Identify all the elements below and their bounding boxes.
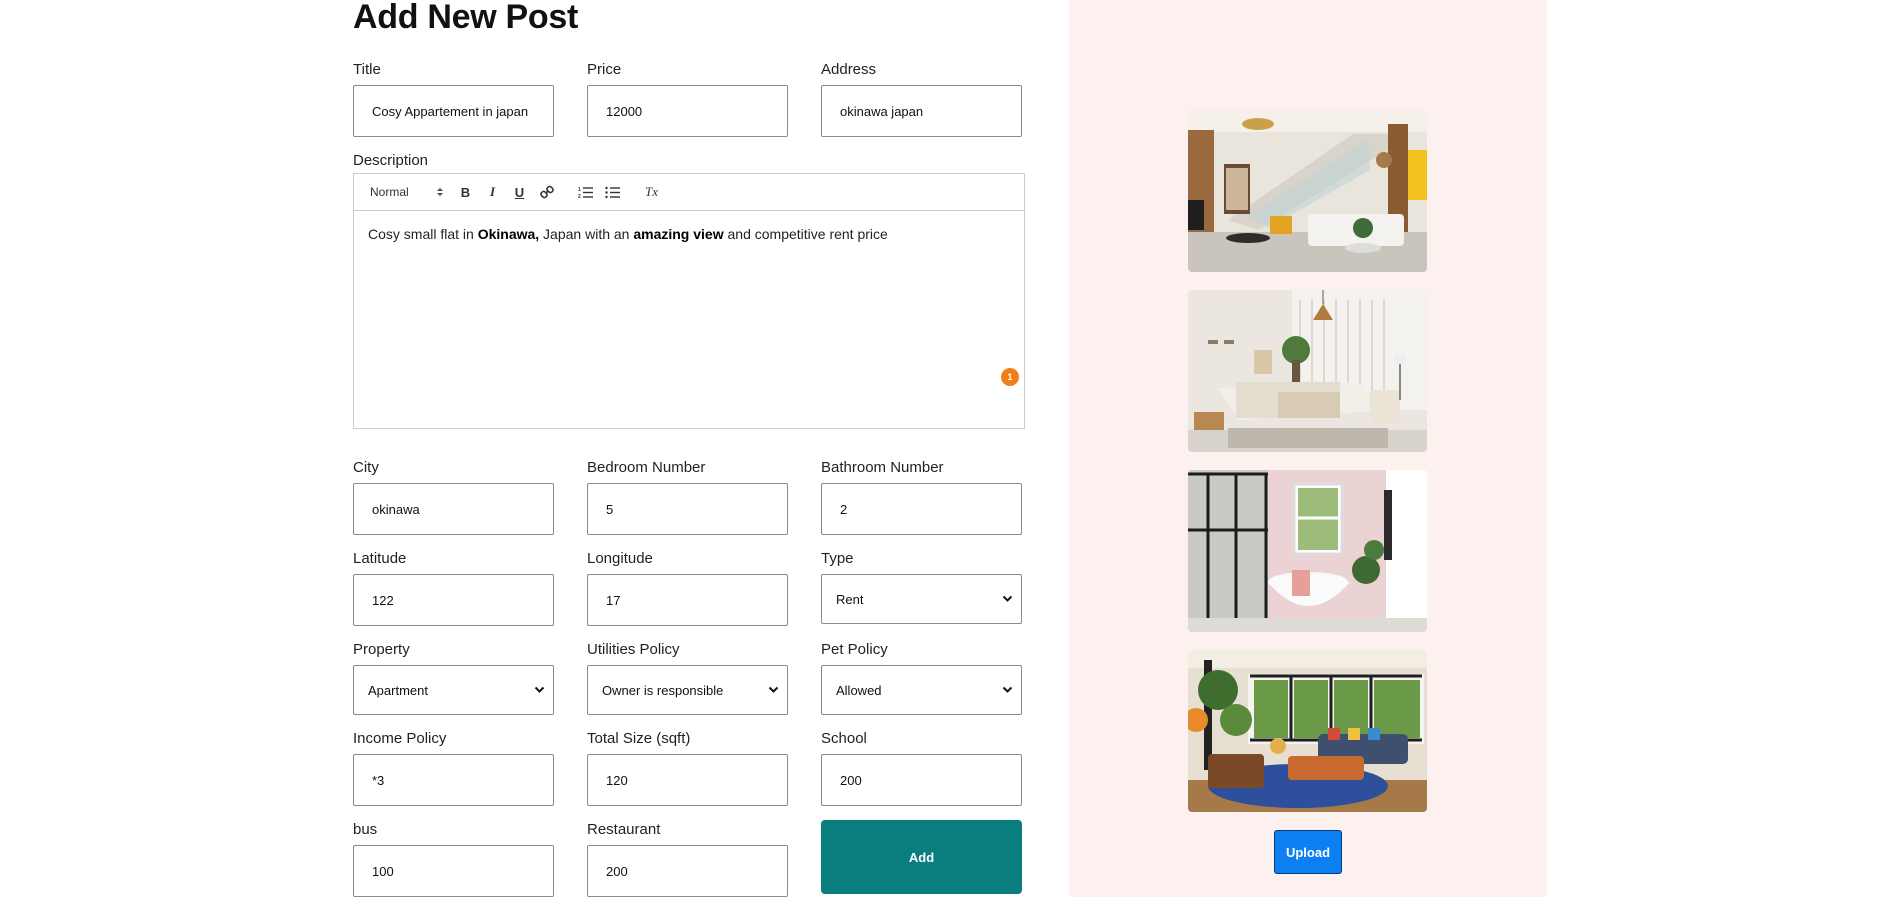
address-label: Address (821, 61, 877, 78)
bullet-list-icon (605, 186, 620, 198)
property-field: Property Apartment (353, 641, 554, 715)
bus-field: bus (353, 821, 554, 897)
address-field: Address (821, 61, 1022, 137)
bathroom-label: Bathroom Number (821, 459, 944, 476)
bullet-list-button[interactable] (599, 182, 626, 202)
size-field: Total Size (sqft) (587, 730, 788, 806)
utilities-label: Utilities Policy (587, 641, 680, 658)
city-field: City (353, 459, 554, 535)
uploaded-image-bedroom (1188, 290, 1427, 452)
uploaded-image-living-room (1188, 110, 1427, 272)
italic-button[interactable]: I (479, 182, 506, 202)
income-input[interactable] (354, 772, 553, 788)
price-label: Price (587, 61, 622, 78)
latitude-field: Latitude (353, 550, 554, 626)
school-label: School (821, 730, 867, 747)
format-select[interactable]: Normal (370, 182, 450, 202)
price-field: Price (587, 61, 788, 137)
pet-label: Pet Policy (821, 641, 888, 658)
title-input[interactable] (354, 103, 553, 119)
restaurant-input[interactable] (588, 863, 787, 879)
desc-text-1: Cosy small flat in (368, 226, 478, 242)
upload-button[interactable]: Upload (1274, 830, 1342, 874)
price-input[interactable] (588, 103, 787, 119)
bathroom-input[interactable] (822, 501, 1021, 517)
bus-label: bus (353, 821, 378, 838)
underline-button[interactable]: U (506, 182, 533, 202)
desc-bold-1: Okinawa, (477, 226, 540, 242)
description-content[interactable]: Cosy small flat in Okinawa, Japan with a… (354, 211, 1024, 257)
add-post-page: Add New Post Title Price Address Descrip… (0, 0, 1898, 897)
school-input[interactable] (822, 772, 1021, 788)
bathroom-field: Bathroom Number (821, 459, 1022, 535)
city-label: City (353, 459, 379, 476)
address-input[interactable] (822, 103, 1021, 119)
bedroom-image (1188, 290, 1427, 452)
italic-icon: I (489, 184, 496, 199)
chevron-down-icon (534, 686, 545, 693)
chevron-down-icon (768, 686, 779, 693)
svg-text:1: 1 (578, 187, 581, 193)
chevron-down-icon (1002, 595, 1013, 602)
type-label: Type (821, 550, 854, 567)
school-field: School (821, 730, 1022, 806)
underline-icon: U (514, 184, 525, 200)
type-field: Type Rent (821, 550, 1022, 624)
latitude-label: Latitude (353, 550, 407, 567)
pet-select[interactable]: Allowed (822, 666, 1021, 714)
images-panel: Upload (1069, 0, 1547, 897)
restaurant-label: Restaurant (587, 821, 661, 838)
link-icon (539, 185, 554, 199)
bus-input[interactable] (354, 863, 553, 879)
longitude-label: Longitude (587, 550, 653, 567)
desc-text-3: and competitive rent price (723, 226, 888, 242)
updown-icon (437, 188, 443, 196)
page-title: Add New Post (353, 0, 578, 36)
ordered-list-icon: 12 (578, 187, 593, 199)
clear-format-button[interactable]: Tx (638, 182, 665, 202)
chevron-down-icon (1002, 686, 1013, 693)
bathroom-image (1188, 470, 1427, 632)
add-button[interactable]: Add (821, 820, 1022, 894)
description-editor: Normal B I U 12 Tx Cosy small flat in Ok… (353, 173, 1025, 429)
bedroom-label: Bedroom Number (587, 459, 706, 476)
utilities-field: Utilities Policy Owner is responsible (587, 641, 788, 715)
longitude-input[interactable] (588, 592, 787, 608)
bedroom-field: Bedroom Number (587, 459, 788, 535)
ordered-list-button[interactable]: 12 (572, 182, 599, 202)
living-room-plants-image (1188, 650, 1427, 812)
property-select[interactable]: Apartment (354, 666, 553, 714)
city-input[interactable] (354, 501, 553, 517)
size-label: Total Size (sqft) (587, 730, 691, 747)
latitude-input[interactable] (354, 592, 553, 608)
clear-format-icon: Tx (645, 184, 658, 199)
format-select-label: Normal (370, 185, 409, 199)
svg-text:2: 2 (578, 194, 581, 199)
longitude-field: Longitude (587, 550, 788, 626)
desc-bold-2: amazing view (633, 226, 724, 242)
uploaded-image-living-room-plants (1188, 650, 1427, 812)
bold-icon: B (460, 184, 471, 200)
editor-toolbar: Normal B I U 12 Tx (354, 174, 1024, 211)
type-select[interactable]: Rent (822, 575, 1021, 623)
uploaded-image-bathroom (1188, 470, 1427, 632)
title-label: Title (353, 61, 381, 78)
link-button[interactable] (533, 182, 560, 202)
grammar-badge[interactable]: 1 (1001, 368, 1019, 386)
income-field: Income Policy (353, 730, 554, 806)
desc-text-2: Japan with an (539, 226, 634, 242)
pet-field: Pet Policy Allowed (821, 641, 1022, 715)
utilities-select[interactable]: Owner is responsible (588, 666, 787, 714)
size-input[interactable] (588, 772, 787, 788)
bedroom-input[interactable] (588, 501, 787, 517)
title-field: Title (353, 61, 554, 137)
restaurant-field: Restaurant (587, 821, 788, 897)
living-room-image (1188, 110, 1427, 272)
income-label: Income Policy (353, 730, 447, 747)
bold-button[interactable]: B (452, 182, 479, 202)
property-label: Property (353, 641, 410, 658)
description-label: Description (353, 152, 429, 169)
